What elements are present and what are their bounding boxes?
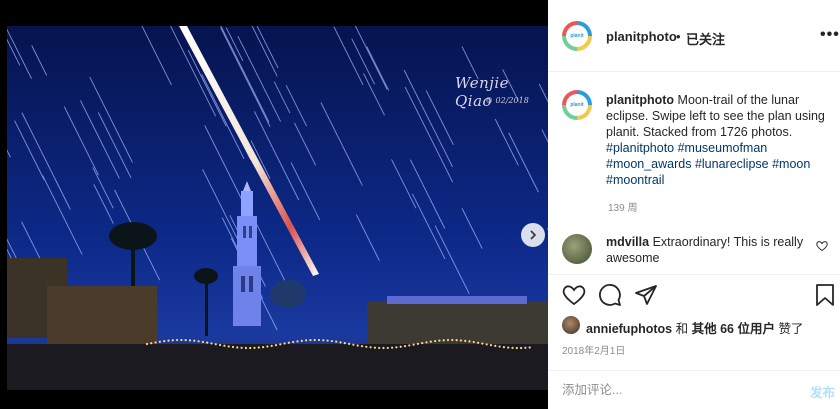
- chevron-right-icon: [530, 230, 537, 240]
- post-comment-button[interactable]: 发布: [810, 382, 835, 401]
- post-date[interactable]: 2018年2月1日: [562, 342, 625, 357]
- carousel-next-button[interactable]: [521, 223, 545, 247]
- post-caption: planitphoto Moon-trail of the lunar ecli…: [606, 92, 831, 188]
- comment-like-heart-icon[interactable]: [816, 240, 828, 252]
- liker-avatar[interactable]: [562, 316, 580, 334]
- caption-username[interactable]: planitphoto: [606, 93, 674, 107]
- add-comment-bar: 发布: [548, 370, 840, 409]
- caption-hashtags: #planitphoto #museumofman #moon_awards #…: [606, 141, 810, 187]
- separator-dot: •: [676, 29, 681, 44]
- hashtag-link[interactable]: #moontrail: [606, 173, 664, 187]
- hashtag-link[interactable]: #museumofman: [678, 141, 768, 155]
- caption-author-avatar[interactable]: planit: [562, 90, 592, 120]
- hashtag-link[interactable]: #moon: [772, 157, 810, 171]
- follow-status-button[interactable]: 已关注: [686, 29, 725, 48]
- comment-icon[interactable]: [598, 283, 622, 307]
- comment: mdvilla Extraordinary! This is really aw…: [606, 234, 806, 266]
- author-username[interactable]: planitphoto: [606, 29, 677, 44]
- hashtag-link[interactable]: #lunareclipse: [695, 157, 769, 171]
- likes-suffix: 赞了: [778, 322, 804, 336]
- likes-connector: 和: [675, 322, 689, 336]
- liker-username[interactable]: anniefuphotos: [586, 322, 672, 336]
- commenter-avatar[interactable]: [562, 234, 592, 264]
- comment-username[interactable]: mdvilla: [606, 235, 649, 249]
- plaza: [7, 344, 548, 390]
- action-bar: [548, 274, 840, 316]
- post-side-panel: planit planitphoto • 已关注 ••• planit plan…: [548, 0, 840, 409]
- heart-icon[interactable]: [562, 283, 586, 307]
- dome: [270, 280, 306, 308]
- more-horizontal-icon[interactable]: •••: [820, 26, 840, 44]
- author-avatar[interactable]: planit: [562, 21, 592, 51]
- likes-others-link[interactable]: 其他 66 位用户: [692, 322, 775, 336]
- hashtag-link[interactable]: #planitphoto: [606, 141, 674, 155]
- instagram-post-window: Wenjie Qiao © 02/2018 planit planitphoto…: [0, 0, 840, 409]
- post-photo[interactable]: Wenjie Qiao © 02/2018: [7, 26, 548, 390]
- hashtag-link[interactable]: #moon_awards: [606, 157, 691, 171]
- likes-summary: anniefuphotos 和 其他 66 位用户 赞了: [586, 318, 803, 337]
- add-comment-input[interactable]: [562, 380, 782, 400]
- share-icon[interactable]: [634, 283, 658, 307]
- watermark-date: © 02/2018: [485, 96, 529, 105]
- post-header: planit planitphoto • 已关注 •••: [548, 0, 840, 72]
- caption-age[interactable]: 139 周: [608, 199, 637, 214]
- bookmark-icon[interactable]: [814, 283, 836, 307]
